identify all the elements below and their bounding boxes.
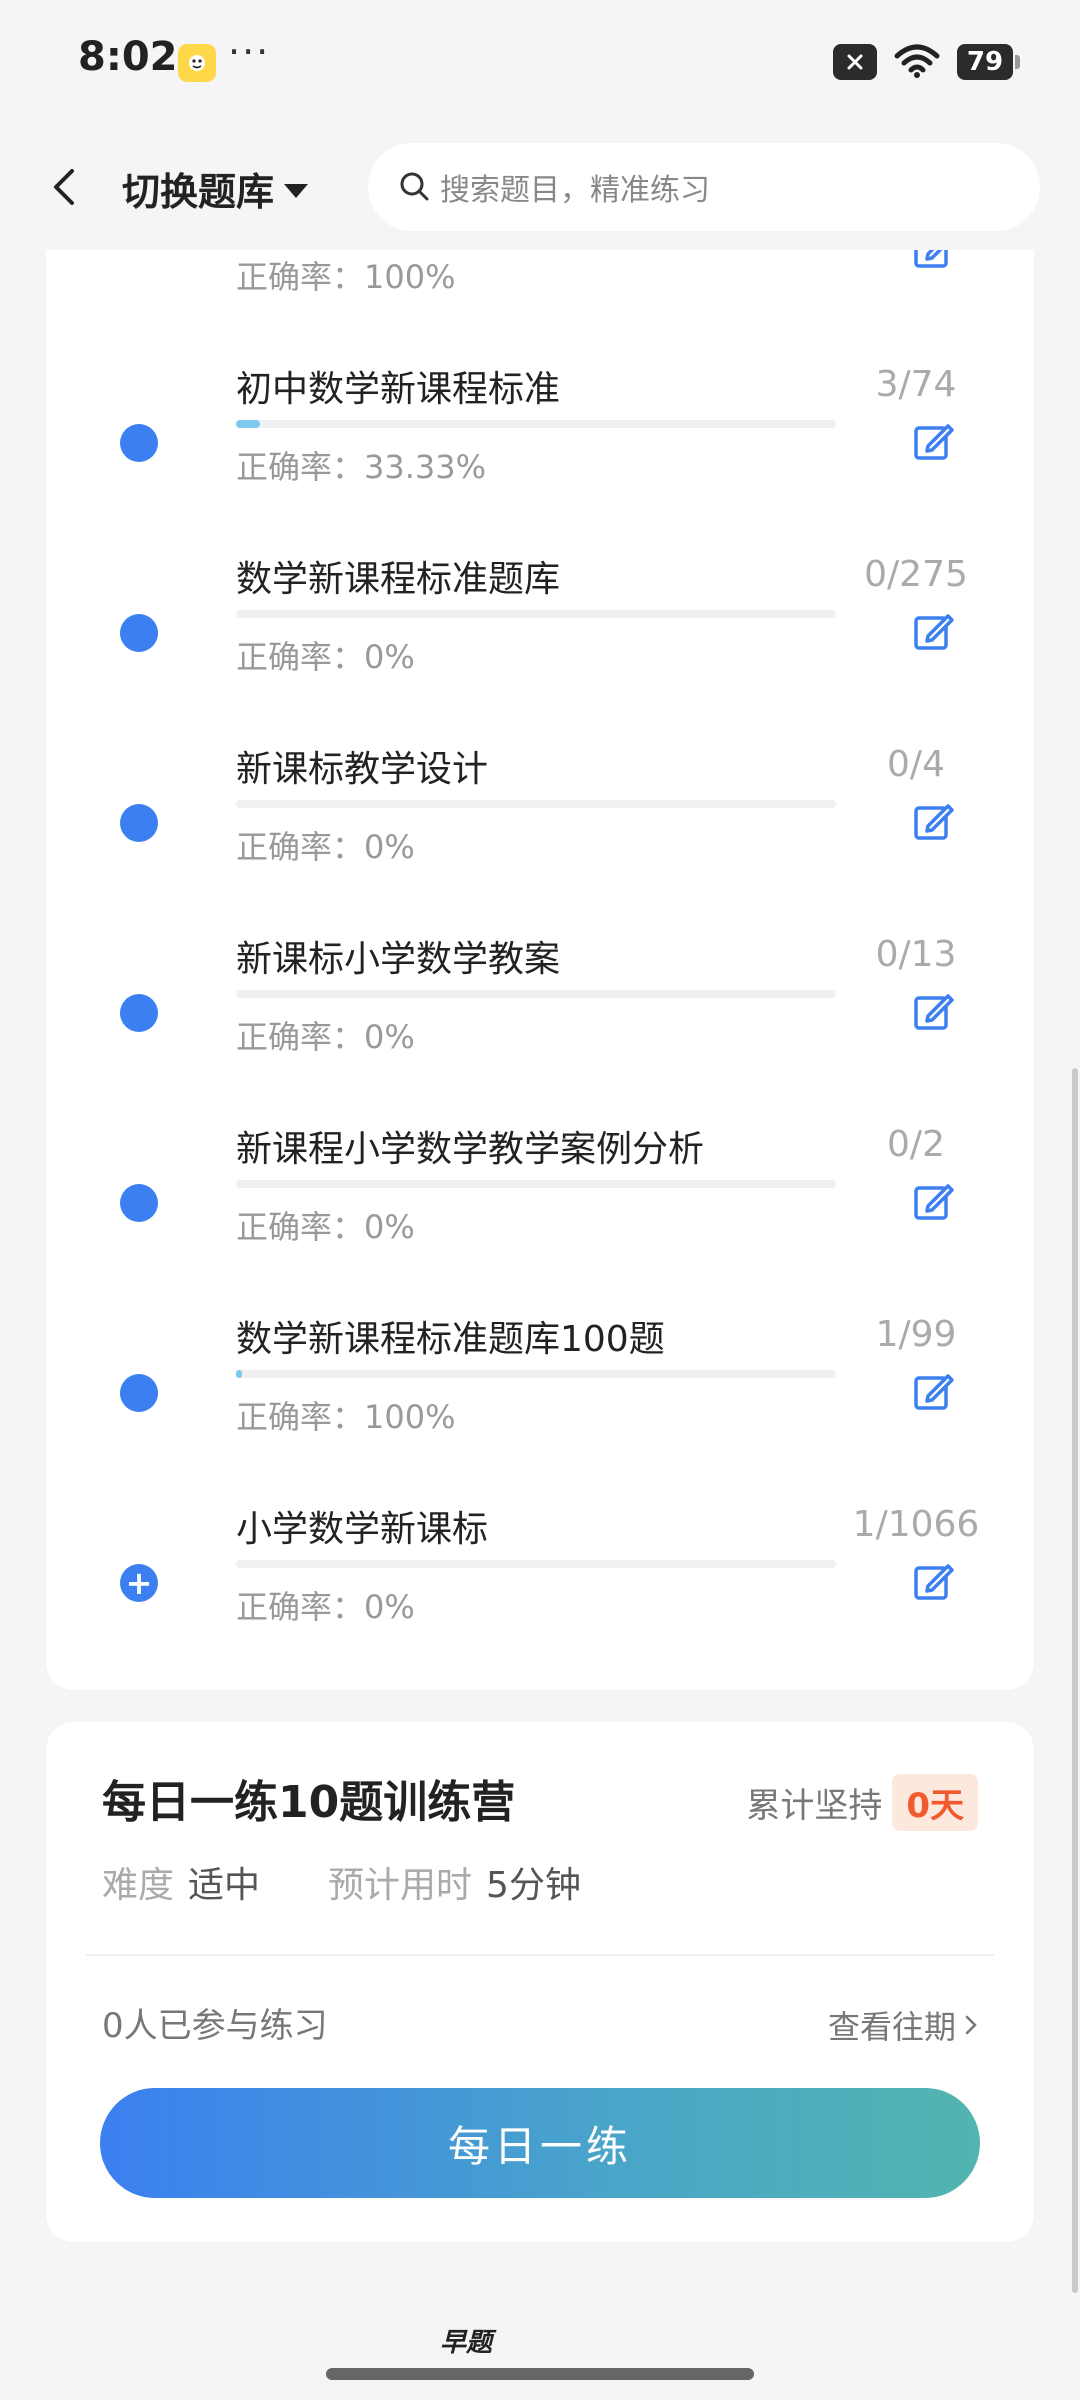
accuracy-text: 正确率：0% bbox=[236, 828, 415, 866]
accuracy-text: 正确率：33.33% bbox=[236, 448, 487, 486]
back-button[interactable] bbox=[44, 163, 84, 211]
view-history-link[interactable]: 查看往期 bbox=[828, 2002, 978, 2048]
edit-icon[interactable] bbox=[912, 1180, 956, 1224]
view-history-label: 查看往期 bbox=[827, 2008, 956, 2046]
top-bar: 切换题库 搜索题目，精准练习 bbox=[0, 125, 1080, 250]
difficulty-value: 适中 bbox=[188, 1865, 261, 1906]
progress-bar bbox=[236, 610, 836, 618]
status-dot-icon bbox=[120, 424, 158, 462]
progress-bar bbox=[236, 1180, 836, 1188]
progress-count: 1/1066 bbox=[852, 1504, 980, 1545]
daily-meta: 难度 适中 预计用时 5分钟 bbox=[102, 1856, 581, 1908]
chevron-right-icon bbox=[965, 2015, 977, 2035]
status-dot-icon bbox=[120, 804, 158, 842]
daily-practice-card: 每日一练10题训练营 累计坚持 0天 难度 适中 预计用时 5分钟 0人已参与练… bbox=[46, 1722, 1034, 2242]
progress-bar bbox=[236, 800, 836, 808]
accuracy-text: 正确率：0% bbox=[236, 638, 415, 676]
mute-icon bbox=[833, 44, 877, 80]
list-item[interactable]: 新课程小学数学教学案例分析 正确率：0% 0/2 bbox=[46, 1120, 1034, 1310]
time-value: 5分钟 bbox=[486, 1865, 581, 1906]
progress-fill bbox=[236, 1370, 242, 1378]
list-item-title: 新课程小学数学教学案例分析 bbox=[236, 1129, 705, 1170]
list-item[interactable]: 数学新课程标准题库 正确率：0% 0/275 bbox=[46, 550, 1034, 740]
progress-count: 1/99 bbox=[875, 1314, 957, 1355]
partial-row-accuracy: 正确率：100% bbox=[236, 258, 456, 296]
add-circle-icon: + bbox=[120, 1564, 158, 1602]
accuracy-text: 正确率：0% bbox=[236, 1208, 415, 1246]
list-item-title: 数学新课程标准题库100题 bbox=[236, 1319, 665, 1360]
progress-count: 0/275 bbox=[864, 554, 968, 595]
progress-count: 3/74 bbox=[875, 364, 957, 405]
search-bar[interactable]: 搜索题目，精准练习 bbox=[368, 143, 1040, 231]
list-item-title: 新课标教学设计 bbox=[236, 749, 489, 790]
status-dot-icon bbox=[120, 1184, 158, 1222]
search-icon bbox=[400, 172, 429, 201]
list-item[interactable]: 新课标教学设计 正确率：0% 0/4 bbox=[46, 740, 1034, 930]
status-bar: 8:02 ··· 79 bbox=[0, 0, 1080, 125]
list-item[interactable]: 初中数学新课程标准 正确率：33.33% 3/74 bbox=[46, 360, 1034, 550]
progress-count: 0/2 bbox=[887, 1124, 945, 1165]
progress-count: 0/4 bbox=[887, 744, 945, 785]
app-notification-icon bbox=[178, 44, 216, 82]
list-item[interactable]: 新课标小学数学教案 正确率：0% 0/13 bbox=[46, 930, 1034, 1120]
list-item[interactable]: 数学新课程标准题库100题 正确率：100% 1/99 bbox=[46, 1310, 1034, 1500]
progress-count: 0/13 bbox=[875, 934, 957, 975]
divider bbox=[86, 1954, 994, 1956]
difficulty-label: 难度 bbox=[102, 1865, 175, 1906]
question-bank-list: 正确率：100% 初中数学新课程标准 正确率：33.33% 3/74 数学新课程标准题… bbox=[46, 170, 1034, 1690]
brand-logo: 早题 bbox=[440, 2328, 493, 2358]
progress-bar bbox=[236, 990, 836, 998]
daily-title: 每日一练10题训练营 bbox=[102, 1777, 516, 1828]
persist-label: 累计坚持 bbox=[746, 1786, 883, 1826]
progress-bar bbox=[236, 1560, 836, 1568]
daily-practice-button[interactable]: 每日一练 bbox=[100, 2088, 980, 2198]
joined-count: 0人已参与练习 bbox=[102, 2006, 328, 2046]
list-item-title: 新课标小学数学教案 bbox=[236, 939, 561, 980]
home-indicator[interactable] bbox=[326, 2368, 754, 2380]
more-notifications-icon: ··· bbox=[228, 30, 271, 74]
progress-bar bbox=[236, 420, 836, 428]
edit-icon[interactable] bbox=[912, 800, 956, 844]
scrollbar[interactable] bbox=[1072, 1068, 1078, 2293]
wifi-icon bbox=[893, 42, 941, 82]
battery-icon: 79 bbox=[957, 44, 1020, 80]
chevron-left-icon bbox=[54, 169, 74, 205]
accuracy-text: 正确率：100% bbox=[236, 1398, 456, 1436]
list-item-title: 小学数学新课标 bbox=[236, 1509, 489, 1550]
accuracy-text: 正确率：0% bbox=[236, 1588, 415, 1626]
status-dot-icon bbox=[120, 1374, 158, 1412]
list-item[interactable]: + 小学数学新课标 正确率：0% 1/1066 bbox=[46, 1500, 1034, 1690]
edit-icon[interactable] bbox=[912, 1370, 956, 1414]
caret-down-icon bbox=[284, 183, 309, 198]
progress-fill bbox=[236, 420, 260, 428]
edit-icon[interactable] bbox=[912, 420, 956, 464]
search-input[interactable]: 搜索题目，精准练习 bbox=[440, 165, 710, 209]
status-dot-icon bbox=[120, 994, 158, 1032]
list-item-title: 数学新课程标准题库 bbox=[236, 559, 561, 600]
status-dot-icon bbox=[120, 614, 158, 652]
time-label: 预计用时 bbox=[328, 1865, 473, 1906]
progress-bar bbox=[236, 1370, 836, 1378]
list-item-title: 初中数学新课程标准 bbox=[236, 369, 561, 410]
accuracy-text: 正确率：0% bbox=[236, 1018, 415, 1056]
switch-bank-label: 切换题库 bbox=[122, 170, 275, 214]
switch-bank-button[interactable]: 切换题库 bbox=[122, 161, 309, 216]
battery-level: 79 bbox=[957, 44, 1013, 80]
edit-icon[interactable] bbox=[912, 990, 956, 1034]
edit-icon[interactable] bbox=[912, 1560, 956, 1604]
edit-icon[interactable] bbox=[912, 610, 956, 654]
days-badge: 0天 bbox=[892, 1774, 978, 1831]
status-time: 8:02 bbox=[78, 34, 178, 80]
persist-streak: 累计坚持 0天 bbox=[746, 1774, 978, 1831]
